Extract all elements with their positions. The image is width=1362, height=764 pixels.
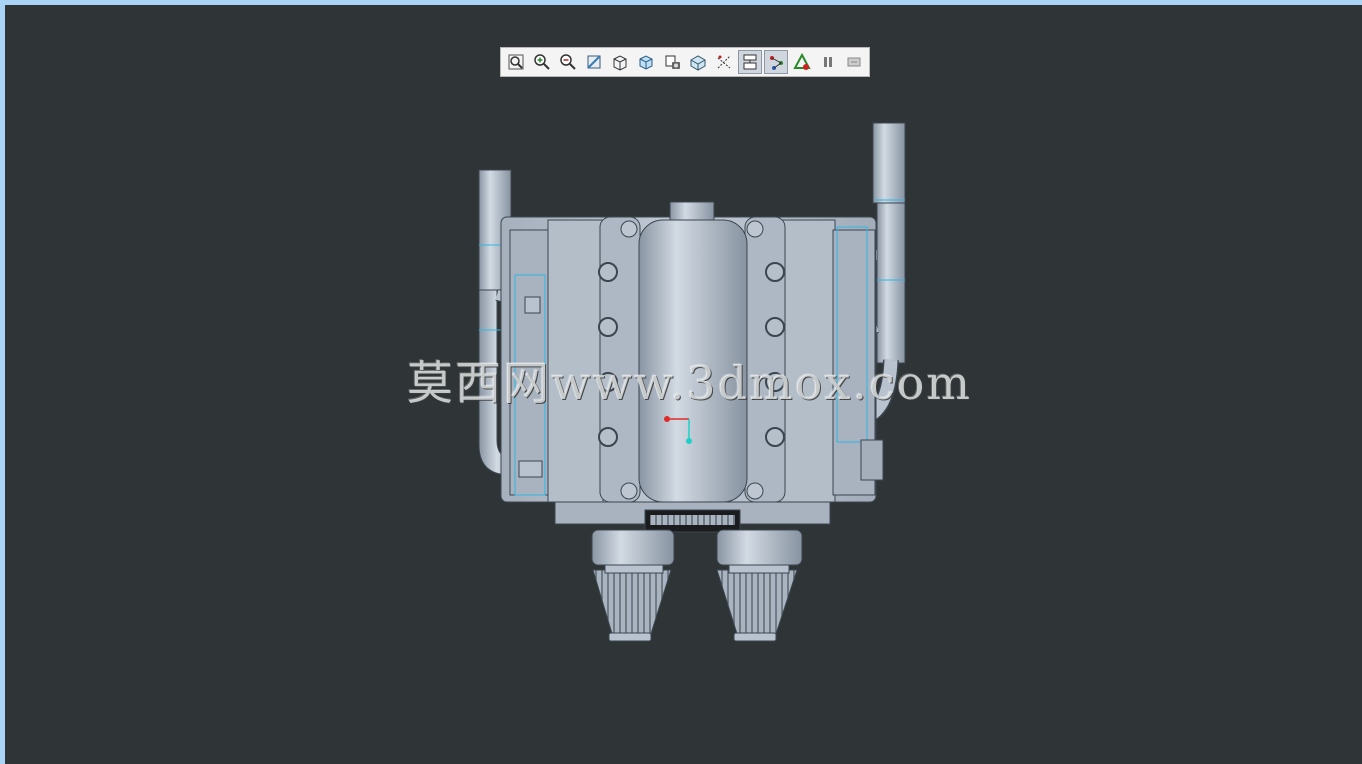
view-normal-icon: [585, 53, 603, 71]
datum-display-icon: [715, 53, 733, 71]
annotation-display-button[interactable]: [738, 50, 762, 74]
air-filter-left: [591, 529, 675, 642]
zoom-fit-button[interactable]: [504, 50, 528, 74]
pause-button[interactable]: [816, 50, 840, 74]
view-normal-button[interactable]: [582, 50, 606, 74]
graphics-viewport[interactable]: 莫西网www.3dmox.com: [5, 5, 1362, 764]
zoom-fit-icon: [507, 53, 525, 71]
display-style-button[interactable]: [634, 50, 658, 74]
engine-block: [500, 201, 884, 503]
pause-icon: [819, 53, 837, 71]
view-manager-icon: [663, 53, 681, 71]
zoom-out-icon: [559, 53, 577, 71]
datum-display-button[interactable]: [712, 50, 736, 74]
appearance-icon: [793, 53, 811, 71]
view-toolbar: [500, 47, 870, 77]
annotation-display-icon: [741, 53, 759, 71]
saved-views-button[interactable]: [608, 50, 632, 74]
zoom-in-icon: [533, 53, 551, 71]
regenerate-button[interactable]: [842, 50, 866, 74]
zoom-out-button[interactable]: [556, 50, 580, 74]
zoom-in-button[interactable]: [530, 50, 554, 74]
air-filter-right: [716, 529, 803, 642]
spin-center-button[interactable]: [764, 50, 788, 74]
regenerate-icon: [845, 53, 863, 71]
perspective-icon: [689, 53, 707, 71]
perspective-button[interactable]: [686, 50, 710, 74]
engine-model[interactable]: [5, 5, 1362, 764]
appearance-button[interactable]: [790, 50, 814, 74]
spin-center-icon: [767, 53, 785, 71]
display-style-icon: [637, 53, 655, 71]
view-manager-button[interactable]: [660, 50, 684, 74]
engine-base: [554, 501, 831, 533]
saved-views-icon: [611, 53, 629, 71]
